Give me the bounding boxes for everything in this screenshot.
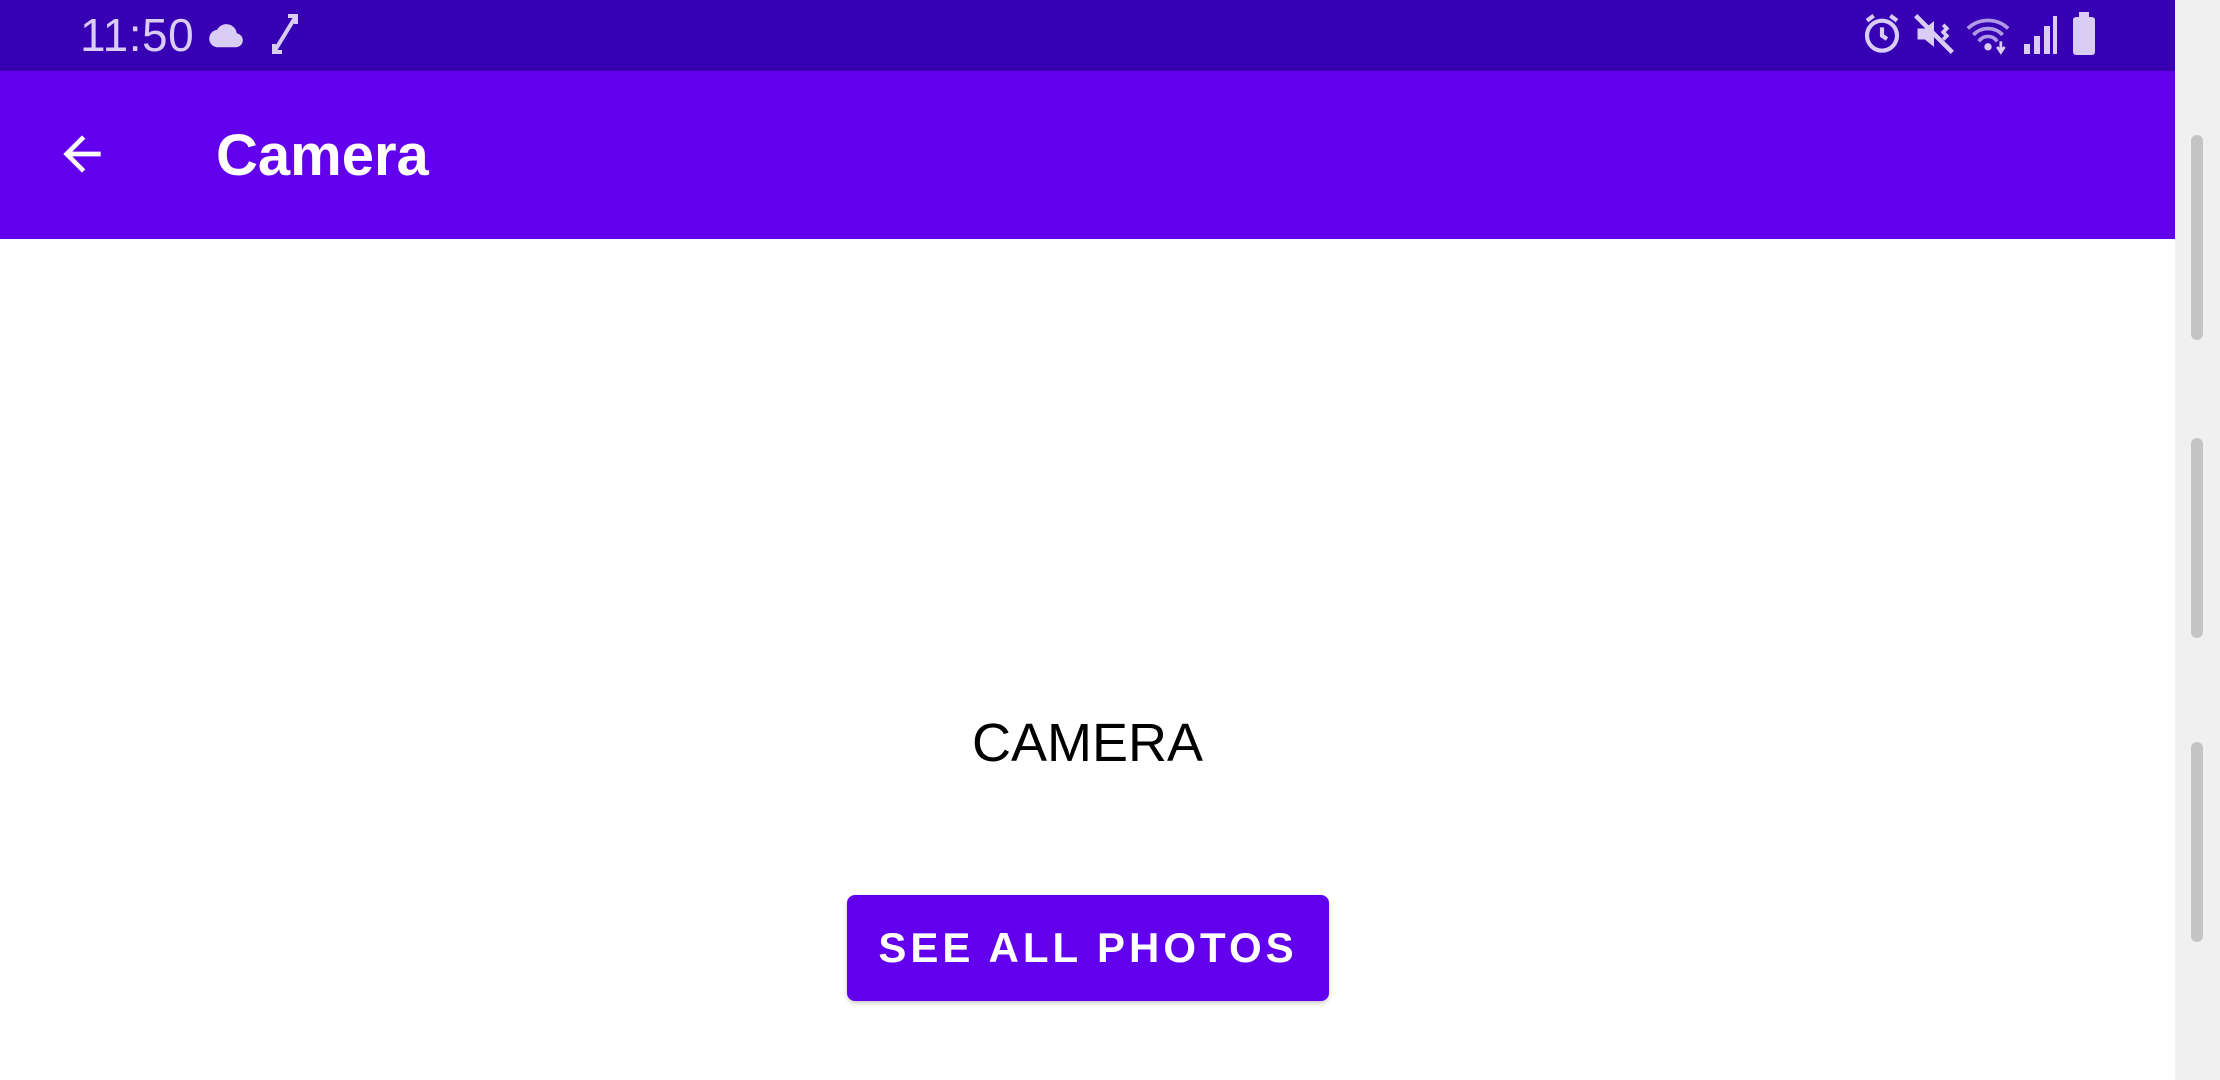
battery-icon: [2071, 12, 2097, 61]
back-button[interactable]: [40, 114, 124, 198]
camera-label: CAMERA: [971, 713, 1204, 773]
screen-rotate-icon: [272, 14, 298, 59]
scrollbar-thumb[interactable]: [2191, 438, 2203, 638]
status-time: 11:50: [80, 9, 195, 61]
see-all-photos-button[interactable]: SEE ALL PHOTOS: [847, 895, 1329, 1001]
scrollbar-thumb[interactable]: [2191, 135, 2203, 340]
app-bar: Camera: [0, 71, 2175, 239]
wifi-icon: [1964, 12, 2012, 61]
status-bar: 11:50: [0, 0, 2175, 71]
alarm-icon: [1862, 12, 1902, 61]
scrollbar-thumb[interactable]: [2191, 742, 2203, 942]
cloud-icon: [206, 14, 248, 61]
mute-vibrate-icon: [1912, 12, 1956, 61]
main-content: CAMERA SEE ALL PHOTOS: [0, 239, 2175, 1080]
signal-icon: [2022, 12, 2058, 61]
page-title: Camera: [216, 123, 429, 188]
arrow-back-icon: [54, 126, 110, 187]
